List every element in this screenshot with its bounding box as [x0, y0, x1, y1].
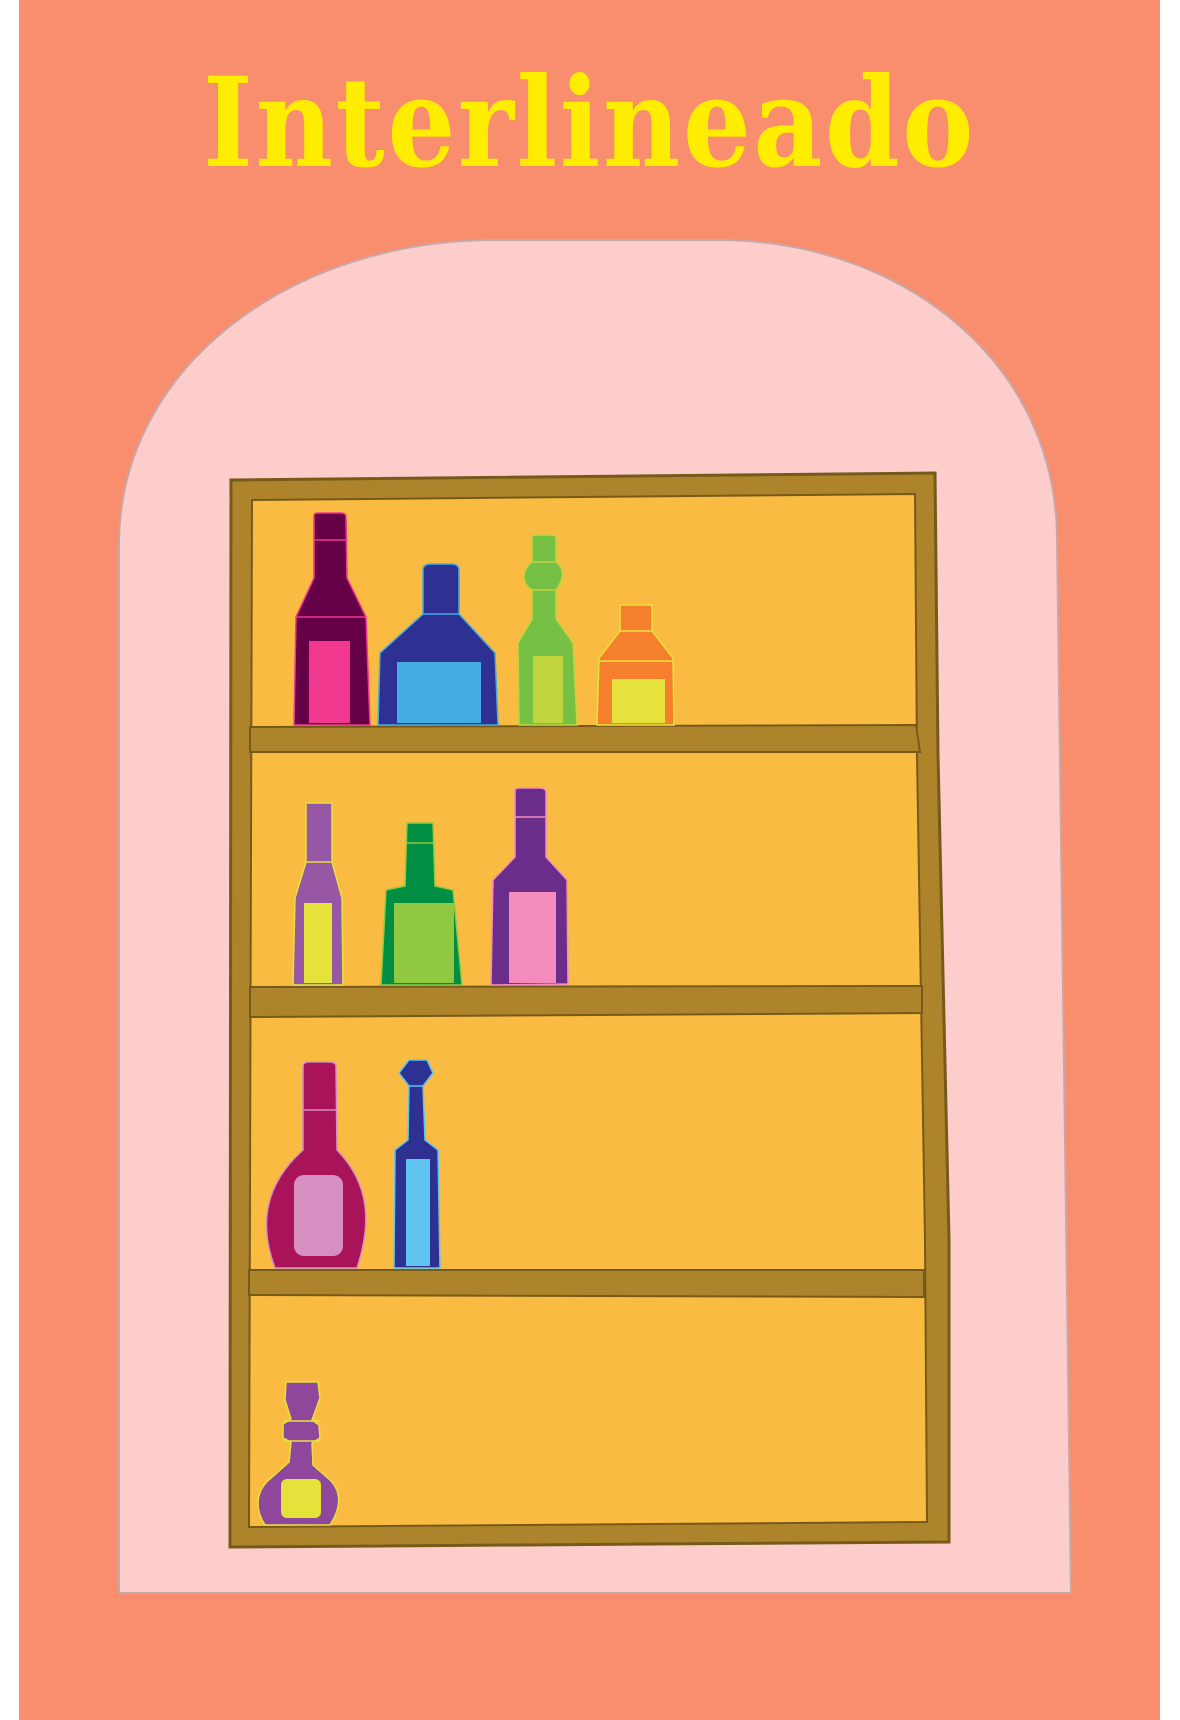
poster-illustration [19, 0, 1160, 1720]
shelf-board-3 [248, 1269, 925, 1299]
shelf-board-2 [249, 984, 923, 1019]
poster-title: Interlineado [203, 51, 976, 196]
poster: Interlineado [19, 0, 1160, 1720]
shelf-board-1 [249, 723, 922, 753]
